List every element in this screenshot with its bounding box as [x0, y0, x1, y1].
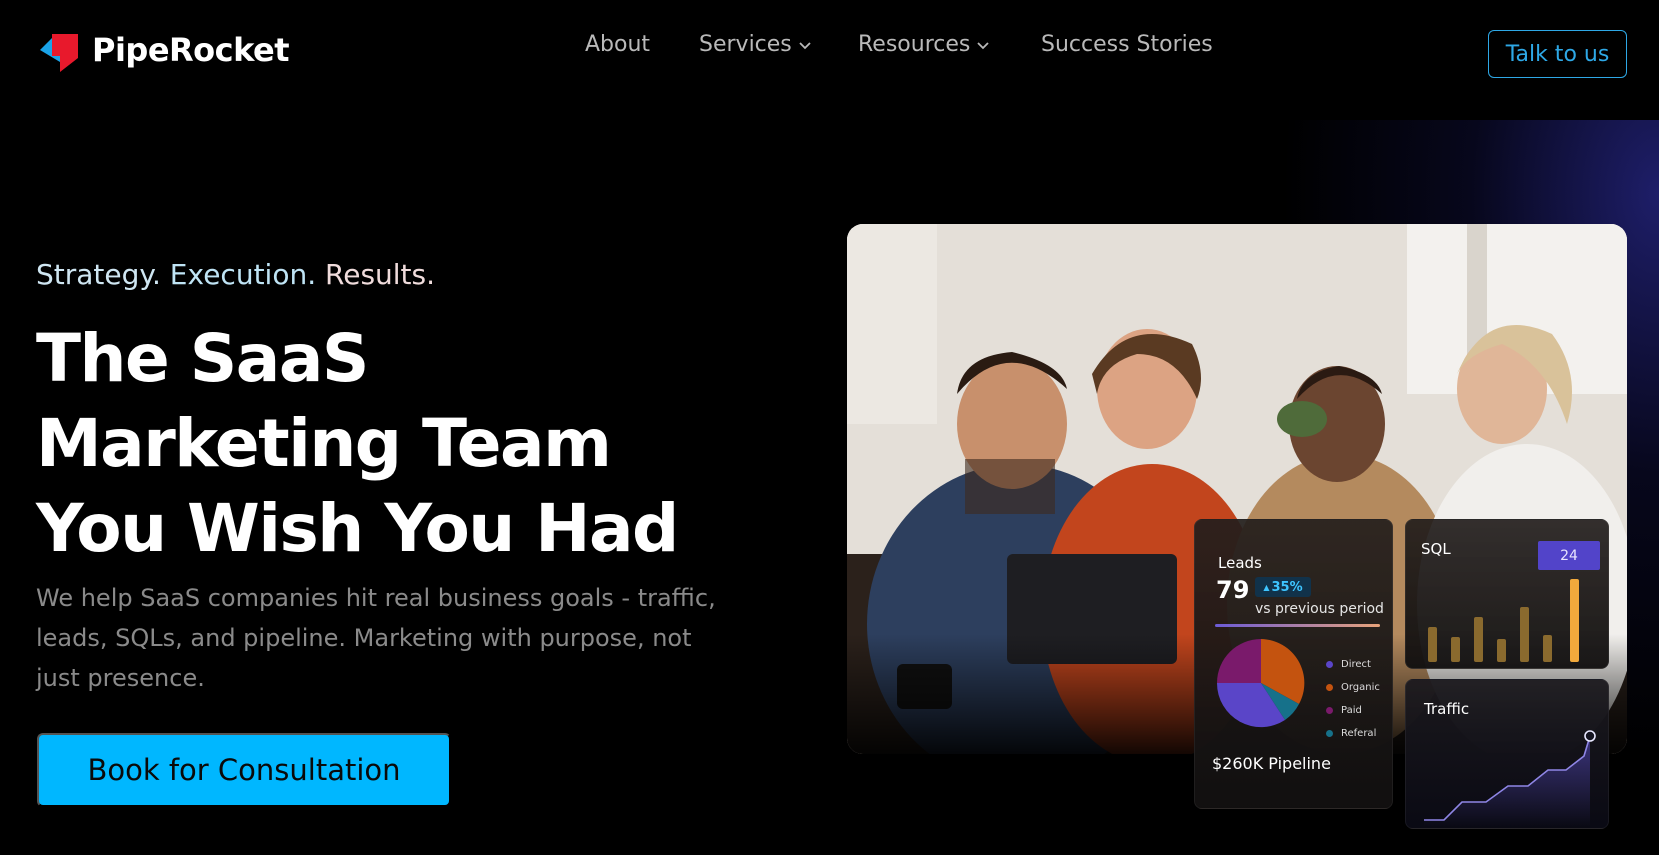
legend-dot [1326, 661, 1333, 668]
traffic-line-chart [1424, 730, 1596, 827]
arrow-up-icon: ▲ [1263, 582, 1270, 592]
legend-label: Referal [1341, 728, 1377, 739]
tagline-strategy: Strategy. [36, 258, 161, 291]
nav-resources[interactable]: Resources [858, 32, 990, 57]
hero-headline: The SaaS Marketing Team You Wish You Had [36, 320, 679, 567]
brand-logo[interactable]: PipeRocket [36, 28, 290, 72]
nav-services[interactable]: Services [699, 32, 812, 57]
legend-label: Organic [1341, 682, 1380, 693]
leads-divider [1215, 624, 1380, 627]
legend-label: Paid [1341, 705, 1362, 716]
legend-item-organic: Organic [1326, 676, 1380, 699]
nav-resources-label: Resources [858, 32, 971, 57]
chevron-down-icon [977, 41, 989, 49]
brand-name: PipeRocket [92, 31, 290, 69]
sql-highlight-tag: 24 [1538, 541, 1600, 570]
leads-change-note: vs previous period [1255, 601, 1384, 617]
traffic-card: Traffic [1405, 679, 1609, 829]
pie-slice-paid [1217, 639, 1261, 683]
traffic-point [1584, 730, 1596, 742]
top-navigation: PipeRocket About Services Resources Succ… [0, 0, 1659, 100]
legend-item-direct: Direct [1326, 653, 1380, 676]
sql-card: SQL 24 [1405, 519, 1609, 669]
sql-title: SQL [1421, 540, 1451, 558]
tagline-execution: Execution. [169, 258, 317, 291]
leads-pie-chart [1216, 639, 1305, 728]
leads-change-badge: ▲ 35% [1255, 577, 1311, 597]
legend-dot [1326, 684, 1333, 691]
hero-tagline: Strategy. Execution. Results. [36, 258, 435, 291]
leads-title: Leads [1218, 554, 1262, 572]
legend-label: Direct [1341, 659, 1371, 670]
nav-success-stories-label: Success Stories [1041, 32, 1213, 57]
sql-bar [1451, 637, 1460, 662]
sql-bar [1543, 635, 1552, 662]
nav-services-label: Services [699, 32, 792, 57]
legend-dot [1326, 707, 1333, 714]
legend-item-paid: Paid [1326, 699, 1380, 722]
sql-bar [1474, 617, 1483, 662]
chevron-down-icon [799, 41, 811, 49]
sql-bar-highlight [1570, 579, 1579, 662]
book-consultation-button[interactable]: Book for Consultation [37, 733, 451, 807]
talk-to-us-button[interactable]: Talk to us [1488, 30, 1627, 78]
legend-dot [1326, 730, 1333, 737]
nav-about[interactable]: About [585, 32, 650, 57]
hero-subtext: We help SaaS companies hit real business… [36, 584, 716, 692]
piperocket-logo-icon [36, 28, 80, 72]
pipeline-value: $260K Pipeline [1212, 754, 1331, 773]
legend-item-referal: Referal [1326, 722, 1380, 745]
leads-change-value: 35% [1271, 579, 1303, 595]
sql-bar [1428, 627, 1437, 662]
leads-card: Leads 79 ▲ 35% vs previous period Direct … [1194, 519, 1393, 809]
sql-bar [1497, 639, 1506, 662]
nav-about-label: About [585, 32, 651, 57]
traffic-area [1424, 736, 1590, 827]
sql-bar [1520, 607, 1529, 662]
leads-value: 79 [1216, 576, 1250, 604]
tagline-results: Results. [325, 258, 436, 291]
leads-legend: Direct Organic Paid Referal [1326, 653, 1380, 745]
sql-bar-chart [1428, 579, 1579, 662]
nav-success-stories[interactable]: Success Stories [1041, 32, 1213, 57]
